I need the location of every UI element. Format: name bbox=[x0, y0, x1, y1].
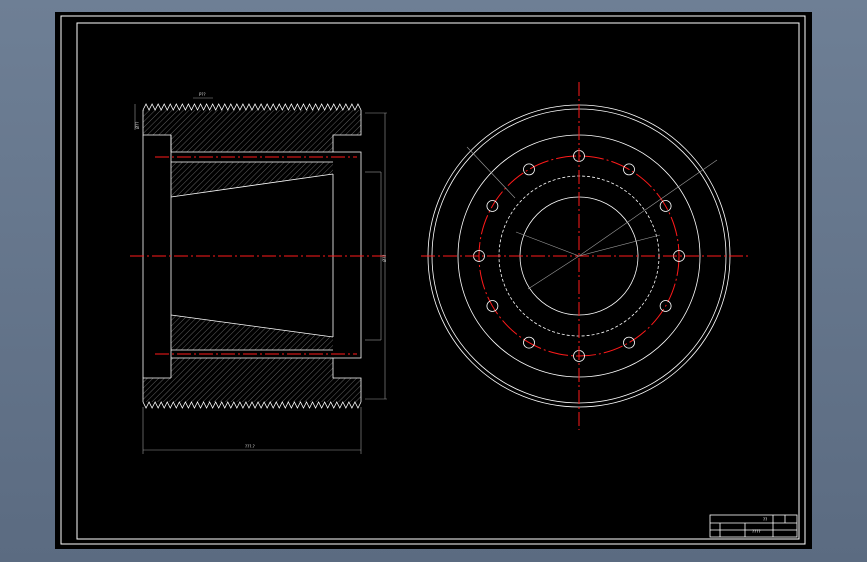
bottom-web-hatch bbox=[171, 358, 333, 378]
dim-bottom-width-text: ???.? bbox=[245, 444, 255, 449]
outer-border bbox=[60, 15, 806, 545]
cad-drawing: ???.? Ø?? Ø?? P?? ???? ?? bbox=[60, 15, 806, 545]
lower-taper-hatch bbox=[171, 315, 333, 350]
dim-top-pitch-text: P?? bbox=[199, 92, 206, 97]
bottom-teeth bbox=[142, 401, 362, 409]
top-teeth bbox=[142, 103, 362, 111]
drawing-canvas: ???.? Ø?? Ø?? P?? ???? ?? bbox=[55, 12, 812, 549]
dim-left-height-text: Ø?? bbox=[135, 122, 140, 129]
radius-leader-1 bbox=[578, 234, 661, 257]
inner-border bbox=[76, 22, 800, 540]
bottom-rim-hatch bbox=[143, 378, 361, 402]
radius-leader-3 bbox=[466, 146, 516, 199]
top-rim-hatch bbox=[143, 110, 361, 152]
title-block-mark: ?? bbox=[763, 517, 767, 522]
title-block-part-name: ???? bbox=[752, 529, 761, 534]
upper-taper-hatch bbox=[171, 162, 333, 197]
dim-right-bore-text: Ø?? bbox=[382, 255, 387, 262]
title-block: ???? ?? bbox=[709, 514, 798, 538]
radius-leader-4 bbox=[515, 231, 580, 257]
front-view bbox=[421, 82, 749, 430]
radius-leader-2 bbox=[578, 159, 718, 257]
bolt-hole bbox=[623, 336, 635, 349]
bolt-hole bbox=[523, 163, 535, 176]
section-view: ???.? Ø?? Ø?? P?? bbox=[130, 92, 387, 454]
radius-leader-5 bbox=[527, 255, 580, 290]
